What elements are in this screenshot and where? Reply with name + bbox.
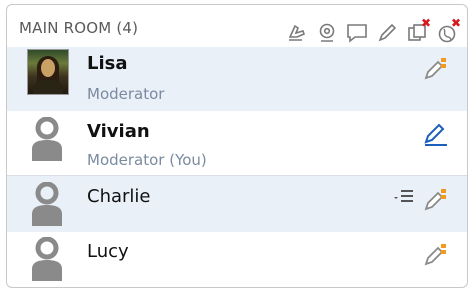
participant-name: Charlie bbox=[87, 186, 151, 207]
webcam-icon[interactable] bbox=[315, 21, 339, 45]
pencil-orange-icon[interactable] bbox=[423, 241, 449, 267]
disabled-x-icon: ✖ bbox=[450, 16, 461, 30]
participant-role: Moderator (You) bbox=[87, 151, 207, 169]
participant-name: Vivian bbox=[87, 121, 150, 142]
participant-row-charlie[interactable]: Charlie bbox=[7, 175, 467, 232]
user-silhouette-icon bbox=[32, 117, 62, 161]
copy-disabled-icon[interactable]: ✖ bbox=[405, 17, 431, 45]
avatar bbox=[27, 49, 69, 95]
user-silhouette-icon bbox=[32, 182, 62, 226]
room-header: MAIN ROOM (4) ✖ ✖ bbox=[7, 5, 467, 47]
participant-name: Lucy bbox=[87, 241, 129, 262]
participant-name: Lisa bbox=[87, 53, 128, 74]
user-silhouette-icon bbox=[32, 237, 62, 281]
chat-bubble-icon[interactable] bbox=[345, 21, 369, 45]
room-title: MAIN ROOM (4) bbox=[19, 19, 139, 37]
participant-row-lucy[interactable]: Lucy bbox=[7, 231, 467, 287]
room-panel: MAIN ROOM (4) ✖ ✖ Lisa Moderator Vivian … bbox=[6, 4, 468, 288]
pencil-icon[interactable] bbox=[375, 21, 399, 45]
participant-role: Moderator bbox=[87, 85, 165, 103]
participant-row-lisa[interactable]: Lisa Moderator bbox=[7, 47, 467, 111]
pencil-orange-icon[interactable] bbox=[423, 55, 449, 81]
pencil-blue-icon[interactable] bbox=[423, 121, 449, 147]
participant-row-vivian[interactable]: Vivian Moderator (You) bbox=[7, 111, 467, 175]
globe-disabled-icon[interactable]: ✖ bbox=[435, 17, 461, 45]
room-toolbar: ✖ ✖ bbox=[285, 17, 461, 47]
disabled-x-icon: ✖ bbox=[420, 16, 431, 30]
pencil-orange-icon[interactable] bbox=[423, 186, 449, 212]
list-menu-icon[interactable] bbox=[393, 188, 415, 204]
raise-hand-icon[interactable] bbox=[285, 21, 309, 45]
